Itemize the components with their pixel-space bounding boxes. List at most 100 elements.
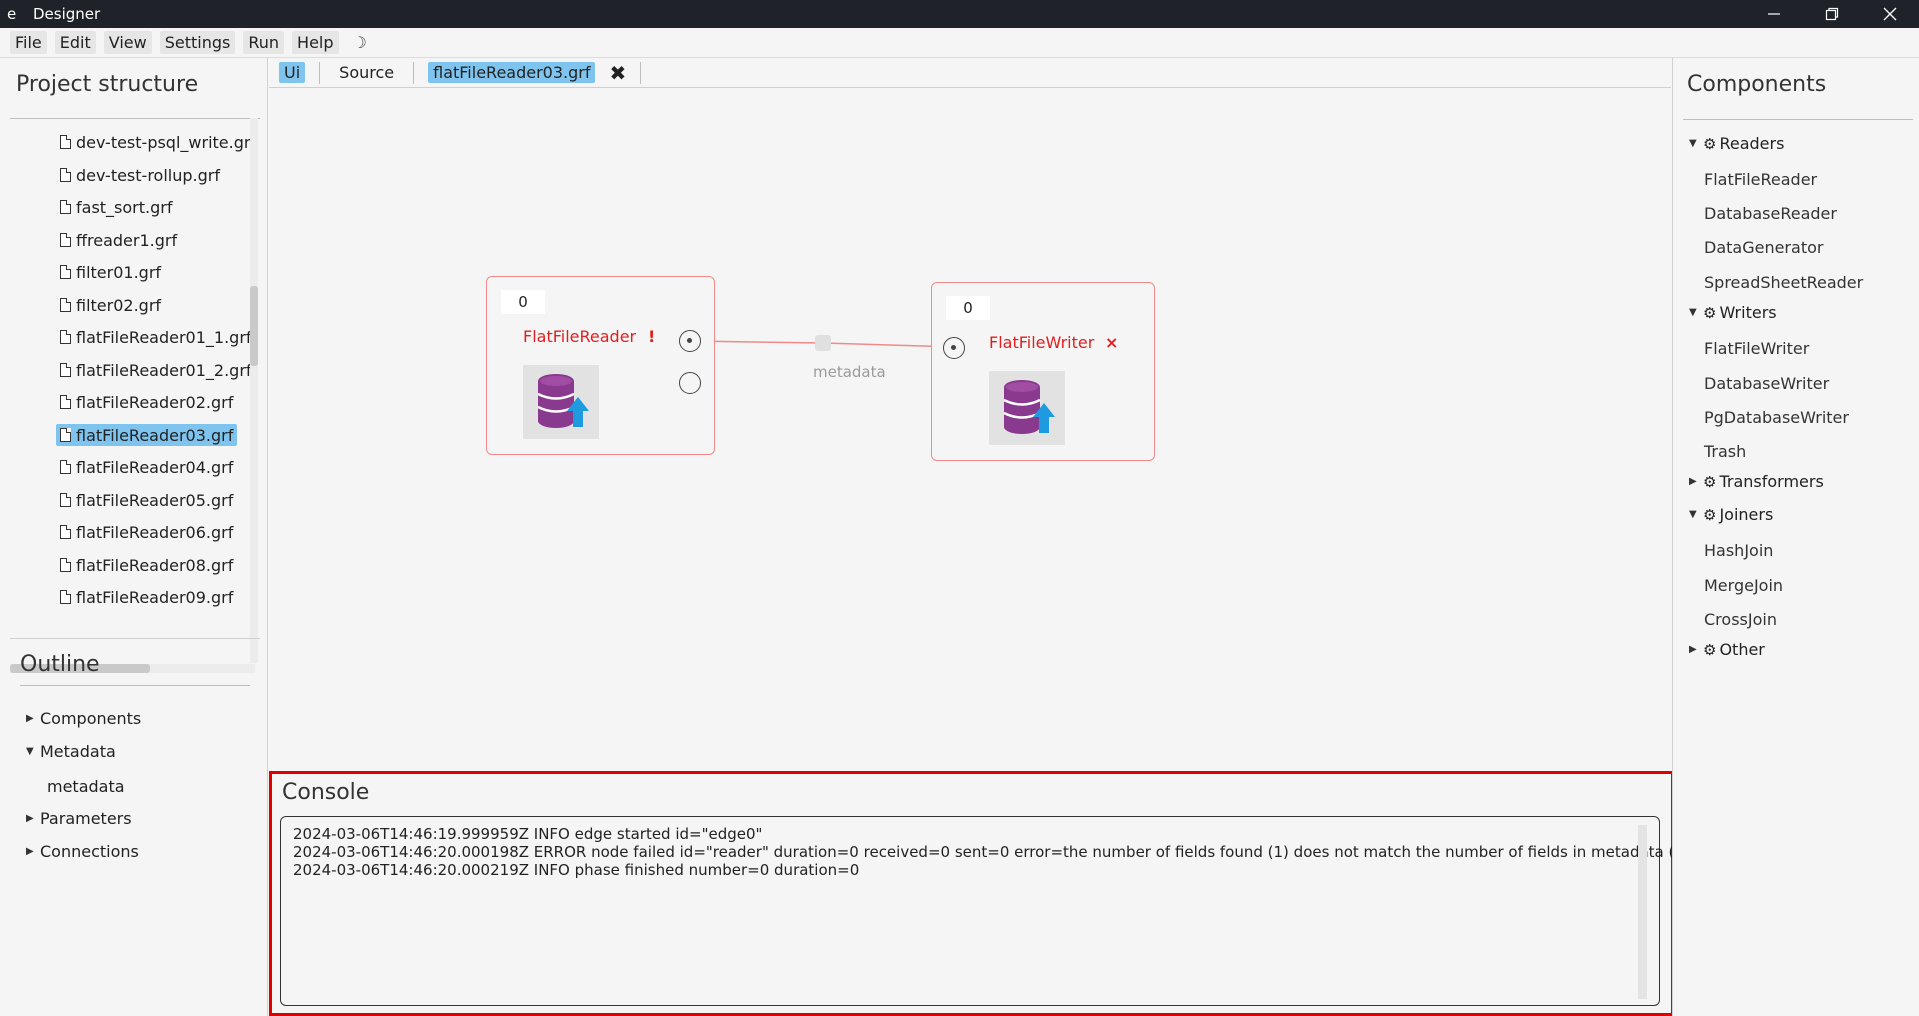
file-item-selected[interactable]: flatFileReader03.grf bbox=[56, 424, 238, 446]
file-item[interactable]: dev-test-psql_write.grf bbox=[56, 131, 250, 153]
outline-item-connections[interactable]: ▶ Connections bbox=[26, 842, 139, 861]
file-icon bbox=[60, 460, 71, 474]
gear-icon: ⚙ bbox=[1703, 505, 1717, 524]
reader-node[interactable]: 0 FlatFileReader ! bbox=[486, 276, 715, 455]
minimize-icon[interactable] bbox=[1745, 0, 1803, 28]
title-bar: e Designer bbox=[0, 0, 1919, 28]
menu-file[interactable]: File bbox=[10, 31, 47, 54]
close-icon[interactable] bbox=[1861, 0, 1919, 28]
graph-canvas[interactable]: metadata 0 FlatFileReader ! 0 FlatFileWr… bbox=[269, 89, 1671, 769]
input-port-connected[interactable] bbox=[943, 337, 965, 359]
window-title: Designer bbox=[33, 5, 101, 23]
writer-node[interactable]: 0 FlatFileWriter × bbox=[931, 282, 1155, 461]
menu-bar: File Edit View Settings Run Help ☽ bbox=[0, 28, 1919, 58]
left-panel: Project structure dev-test-psql_write.gr… bbox=[0, 58, 268, 1016]
category-other[interactable]: ▶ ⚙ Other bbox=[1689, 640, 1765, 659]
file-item[interactable]: flatFileReader04.grf bbox=[56, 456, 237, 478]
file-item[interactable]: flatFileReader01_2.grf bbox=[56, 359, 250, 381]
app-icon: e bbox=[7, 5, 17, 23]
file-item[interactable]: fast_sort.grf bbox=[56, 196, 176, 218]
file-item[interactable]: flatFileReader02.grf bbox=[56, 391, 237, 413]
tab-ui[interactable]: Ui bbox=[279, 62, 306, 83]
file-icon bbox=[60, 590, 71, 604]
component-item[interactable]: MergeJoin bbox=[1704, 576, 1783, 595]
output-port-connected[interactable] bbox=[679, 330, 701, 352]
menu-help[interactable]: Help bbox=[292, 31, 339, 54]
menu-settings[interactable]: Settings bbox=[159, 31, 236, 54]
component-item[interactable]: PgDatabaseWriter bbox=[1704, 408, 1849, 427]
console-line: 2024-03-06T14:46:20.000219Z INFO phase f… bbox=[293, 861, 860, 879]
component-item[interactable]: Trash bbox=[1704, 442, 1746, 461]
restore-icon[interactable] bbox=[1803, 0, 1861, 28]
gear-icon: ⚙ bbox=[1703, 640, 1717, 659]
tab-file[interactable]: flatFileReader03.grf bbox=[428, 62, 596, 83]
category-joiners[interactable]: ▼ ⚙ Joiners bbox=[1689, 505, 1773, 524]
components-title: Components bbox=[1687, 72, 1827, 97]
project-structure-title: Project structure bbox=[16, 72, 199, 97]
file-list-scrollbar-thumb[interactable] bbox=[250, 286, 258, 366]
file-icon bbox=[60, 493, 71, 507]
menu-view[interactable]: View bbox=[103, 31, 152, 54]
editor-tab-bar: Ui Source flatFileReader03.grf ✖ bbox=[269, 58, 1671, 88]
file-list-scrollbar-track[interactable] bbox=[250, 118, 258, 663]
component-item[interactable]: DatabaseReader bbox=[1704, 204, 1837, 223]
outline-item-parameters[interactable]: ▶ Parameters bbox=[26, 809, 132, 828]
file-item[interactable]: dev-test-rollup.grf bbox=[56, 164, 224, 186]
console-scrollbar[interactable] bbox=[1638, 825, 1647, 999]
triangle-right-icon: ▶ bbox=[1689, 644, 1697, 655]
menu-run[interactable]: Run bbox=[243, 31, 285, 54]
file-item[interactable]: flatFileReader01_1.grf bbox=[56, 326, 250, 348]
file-icon bbox=[60, 233, 71, 247]
triangle-right-icon: ▶ bbox=[1689, 476, 1697, 487]
edge-label: metadata bbox=[813, 363, 886, 381]
file-item[interactable]: flatFileReader06.grf bbox=[56, 521, 237, 543]
tab-separator bbox=[413, 61, 415, 84]
file-item[interactable]: filter02.grf bbox=[56, 294, 165, 316]
file-icon bbox=[60, 558, 71, 572]
file-item[interactable]: flatFileReader09.grf bbox=[56, 586, 237, 608]
tab-source[interactable]: Source bbox=[334, 62, 399, 83]
file-icon bbox=[60, 135, 71, 149]
gear-icon: ⚙ bbox=[1703, 303, 1717, 322]
console-line: 2024-03-06T14:46:19.999959Z INFO edge st… bbox=[293, 825, 763, 843]
file-item[interactable]: filter01.grf bbox=[56, 261, 165, 283]
node-counter: 0 bbox=[501, 290, 545, 314]
menu-edit[interactable]: Edit bbox=[54, 31, 96, 54]
gear-icon: ⚙ bbox=[1703, 472, 1717, 491]
category-writers[interactable]: ▼ ⚙ Writers bbox=[1689, 303, 1777, 322]
moon-icon[interactable]: ☽ bbox=[353, 33, 367, 52]
file-tree: dev-test-psql_write.grf dev-test-rollup.… bbox=[10, 122, 250, 658]
outline-item-components[interactable]: ▶ Components bbox=[26, 709, 141, 728]
file-icon bbox=[60, 298, 71, 312]
file-icon bbox=[60, 428, 71, 442]
component-item[interactable]: DataGenerator bbox=[1704, 238, 1823, 257]
component-item[interactable]: HashJoin bbox=[1704, 541, 1773, 560]
outline-item-metadata-child[interactable]: metadata bbox=[47, 777, 125, 796]
triangle-right-icon: ▶ bbox=[26, 713, 34, 724]
console-output[interactable]: 2024-03-06T14:46:19.999959Z INFO edge st… bbox=[280, 816, 1690, 1006]
error-icon: ! bbox=[648, 327, 656, 346]
close-icon[interactable]: ✖ bbox=[609, 61, 626, 85]
outline-item-metadata[interactable]: ▼ Metadata bbox=[26, 742, 116, 761]
category-transformers[interactable]: ▶ ⚙ Transformers bbox=[1689, 472, 1824, 491]
database-upload-icon bbox=[989, 371, 1065, 445]
component-item[interactable]: DatabaseWriter bbox=[1704, 374, 1829, 393]
file-icon bbox=[60, 363, 71, 377]
output-port[interactable] bbox=[679, 372, 701, 394]
file-icon bbox=[60, 330, 71, 344]
triangle-right-icon: ▶ bbox=[26, 846, 34, 857]
component-item[interactable]: FlatFileWriter bbox=[1704, 339, 1809, 358]
file-item[interactable]: flatFileReader08.grf bbox=[56, 554, 237, 576]
component-item[interactable]: FlatFileReader bbox=[1704, 170, 1817, 189]
file-item[interactable]: flatFileReader05.grf bbox=[56, 489, 237, 511]
component-item[interactable]: CrossJoin bbox=[1704, 610, 1777, 629]
triangle-down-icon: ▼ bbox=[1689, 138, 1697, 149]
triangle-down-icon: ▼ bbox=[26, 746, 34, 757]
file-item[interactable]: ffreader1.grf bbox=[56, 229, 181, 251]
category-readers[interactable]: ▼ ⚙ Readers bbox=[1689, 134, 1784, 153]
node-counter: 0 bbox=[946, 296, 990, 320]
divider bbox=[10, 638, 260, 639]
edge-handle[interactable] bbox=[815, 335, 831, 351]
component-item[interactable]: SpreadSheetReader bbox=[1704, 273, 1863, 292]
window-controls bbox=[1745, 0, 1919, 28]
